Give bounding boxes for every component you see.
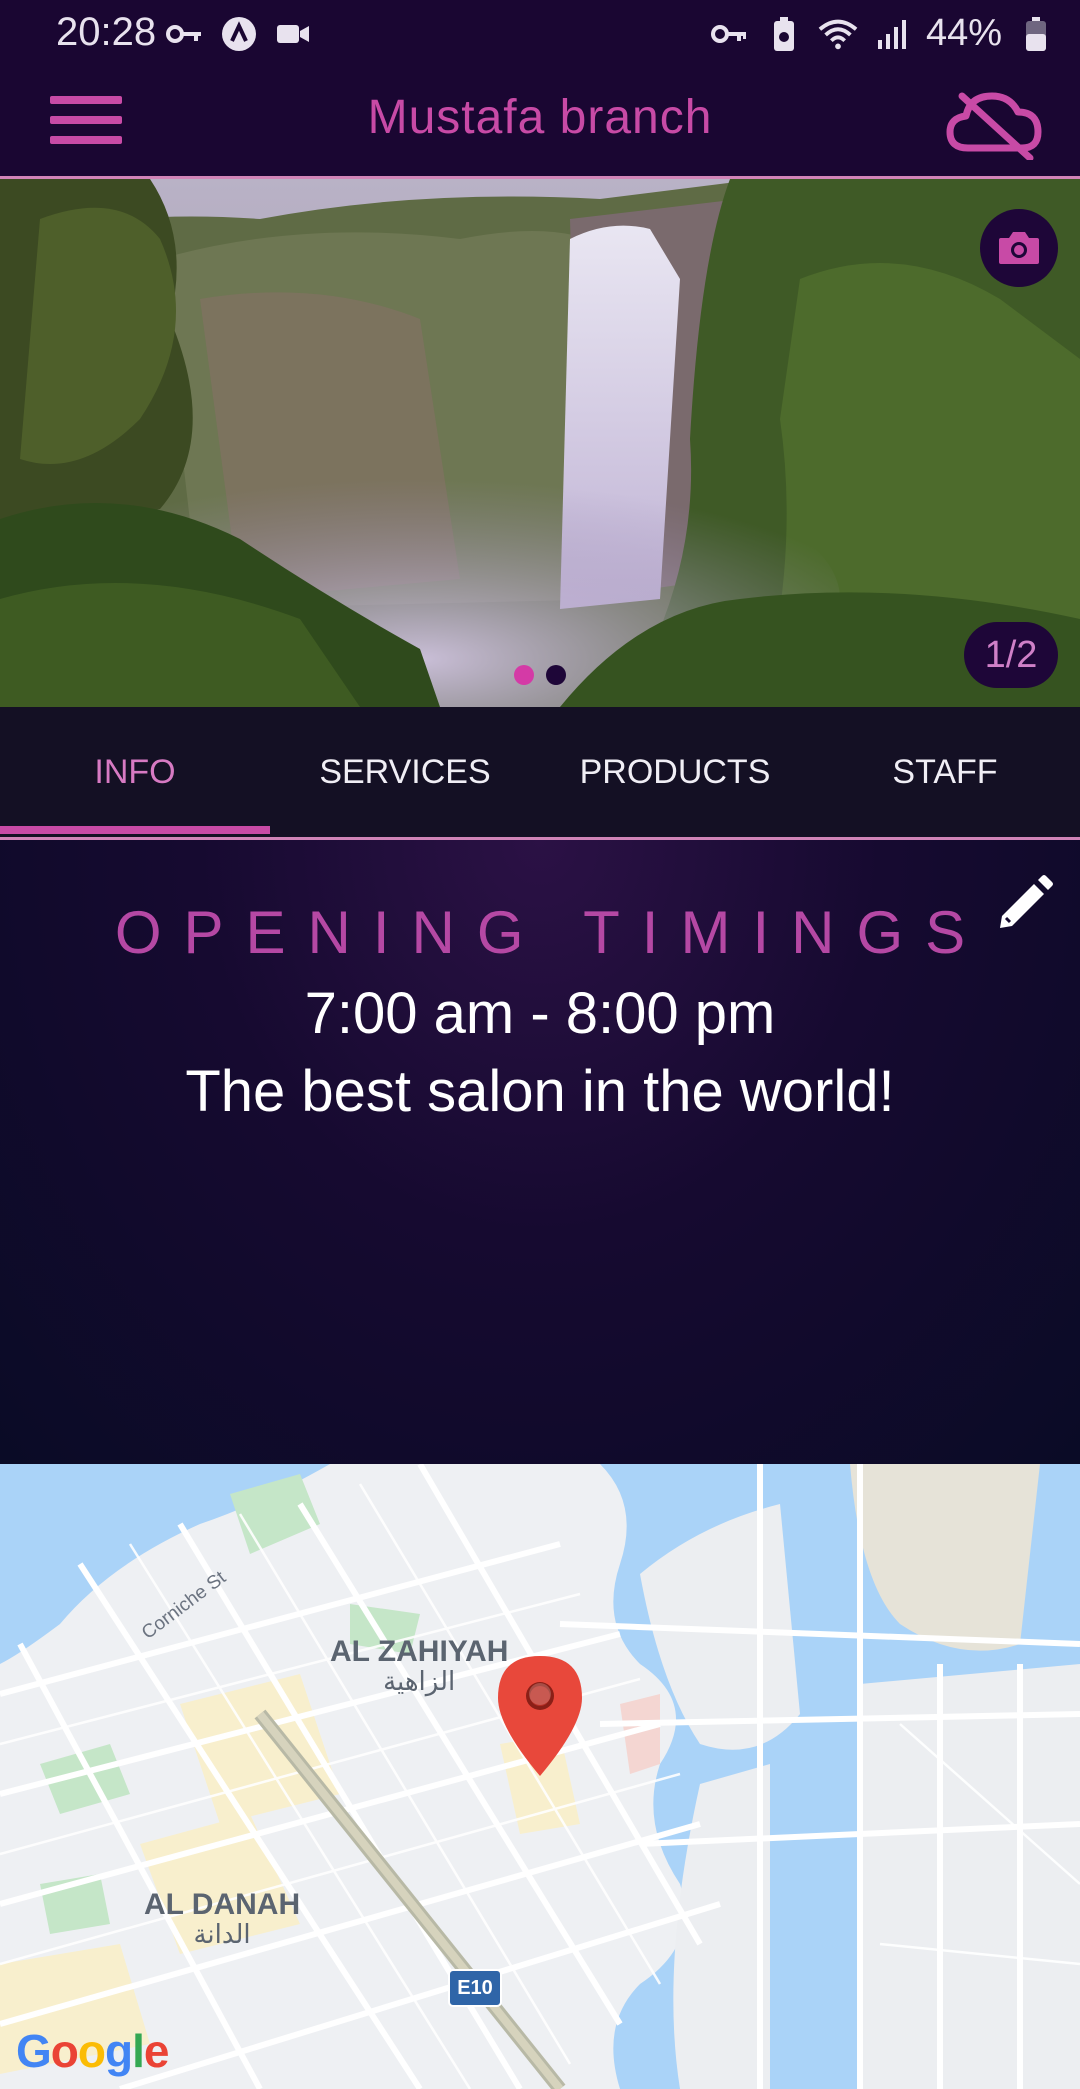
waterfall-photo bbox=[0, 179, 1080, 707]
gallery-pagination bbox=[514, 665, 566, 685]
app-circle-icon bbox=[219, 14, 259, 54]
area-name-en: AL ZAHIYAH bbox=[330, 1635, 509, 1668]
tab-info[interactable]: INFO bbox=[0, 707, 270, 837]
tab-services[interactable]: SERVICES bbox=[270, 707, 540, 837]
tab-active-indicator bbox=[0, 826, 270, 834]
battery-saver-icon bbox=[764, 14, 804, 54]
gallery-counter: 1/2 bbox=[964, 622, 1058, 688]
battery-icon bbox=[1016, 14, 1056, 54]
map-area-label: AL ZAHIYAH الزاهية bbox=[330, 1636, 508, 1695]
image-gallery[interactable]: 1/2 bbox=[0, 179, 1080, 707]
location-map[interactable]: Corniche St AL ZAHIYAH الزاهية AL DANAH … bbox=[0, 1464, 1080, 2089]
vpn-key-icon bbox=[710, 14, 750, 54]
key-icon bbox=[165, 14, 205, 54]
branch-description: The best salon in the world! bbox=[185, 1059, 895, 1124]
road-shield: E10 bbox=[448, 1969, 502, 2007]
battery-percent: 44% bbox=[925, 12, 1002, 54]
app-bar: Mustafa branch bbox=[0, 66, 1080, 179]
tab-staff[interactable]: STAFF bbox=[810, 707, 1080, 837]
camera-icon[interactable] bbox=[980, 209, 1058, 287]
status-left-icons bbox=[165, 14, 313, 54]
tab-bar: INFO SERVICES PRODUCTS STAFF bbox=[0, 707, 1080, 840]
google-logo: Google bbox=[16, 2025, 169, 2077]
cloud-off-icon[interactable] bbox=[944, 88, 1044, 162]
page-title: Mustafa branch bbox=[367, 91, 713, 144]
info-panel: OPENING TIMINGS 7:00 am - 8:00 pm The be… bbox=[0, 840, 1080, 1464]
area-name-ar: الدانة bbox=[193, 1918, 251, 1949]
gallery-dot[interactable] bbox=[514, 665, 534, 685]
tab-products[interactable]: PRODUCTS bbox=[540, 707, 810, 837]
map-area-label: AL DANAH الدانة bbox=[144, 1889, 300, 1948]
opening-timings-heading: OPENING TIMINGS bbox=[114, 899, 988, 966]
status-bar: 20:28 44% bbox=[0, 0, 1080, 66]
gallery-dot[interactable] bbox=[546, 665, 566, 685]
signal-icon bbox=[872, 14, 912, 54]
status-right-icons: 44% bbox=[710, 12, 1056, 55]
video-icon bbox=[273, 14, 313, 54]
map-tiles bbox=[0, 1464, 1080, 2089]
opening-hours: 7:00 am - 8:00 pm bbox=[304, 981, 776, 1046]
area-name-ar: الزاهية bbox=[383, 1665, 456, 1696]
area-name-en: AL DANAH bbox=[144, 1888, 301, 1921]
status-time: 20:28 bbox=[56, 10, 157, 54]
wifi-icon bbox=[818, 14, 858, 54]
